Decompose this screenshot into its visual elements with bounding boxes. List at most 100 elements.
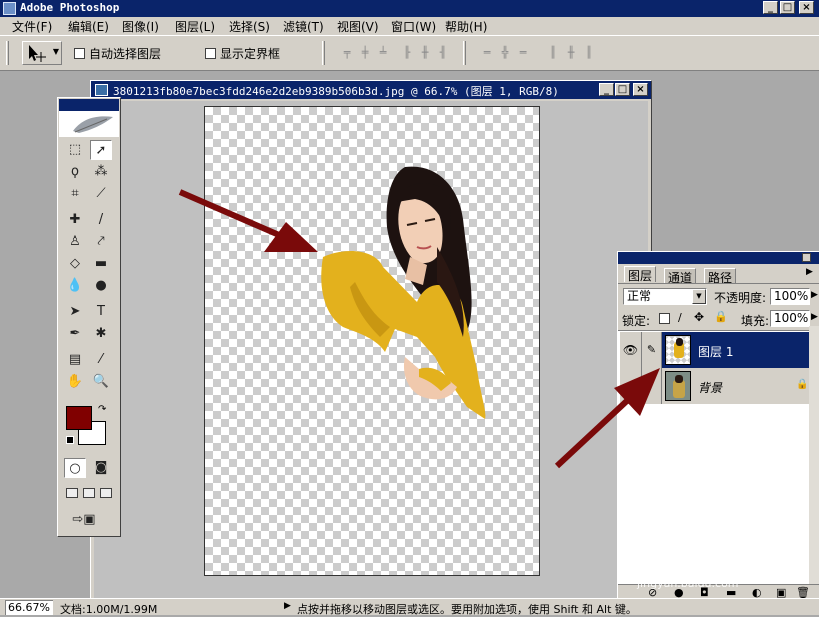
doc-close-button[interactable]: × [633, 83, 648, 96]
lock-position-icon[interactable]: ✥ [694, 310, 704, 324]
palette-menu-arrow-icon[interactable]: ▶ [806, 267, 813, 277]
lock-icon: 🔒 [796, 379, 809, 390]
dodge-tool-icon[interactable]: ● [90, 276, 112, 296]
options-grip[interactable] [6, 41, 9, 65]
align-right-icon[interactable]: ╢ [436, 46, 450, 60]
background-thumbnail [665, 371, 691, 401]
notes-tool-icon[interactable]: ▤ [64, 350, 86, 370]
marquee-tool-icon[interactable]: ⬚ [64, 140, 86, 160]
quick-mask-mode-icon[interactable]: ◙ [90, 458, 112, 478]
options-separator-2 [463, 41, 466, 65]
tab-paths[interactable]: 路径 [704, 268, 737, 285]
path-selection-tool-icon[interactable]: ➤ [64, 302, 86, 322]
lock-all-icon[interactable]: 🔒 [714, 310, 728, 323]
palette-minimize-icon[interactable] [802, 253, 811, 262]
eye-icon[interactable]: 👁 [620, 332, 642, 368]
align-hcenter-icon[interactable]: ╫ [418, 46, 432, 60]
lock-transparency-icon[interactable] [659, 313, 670, 324]
healing-brush-tool-icon[interactable]: ✚ [64, 210, 86, 230]
align-bottom-icon[interactable]: ╧ [376, 46, 390, 60]
layers-palette-title-bar[interactable] [618, 252, 819, 264]
default-colors-icon[interactable] [66, 436, 74, 444]
zoom-level-value: 66.67% [8, 601, 50, 614]
jump-to-imageready-icon[interactable]: ⇨▣ [64, 510, 104, 530]
type-tool-icon[interactable]: T [90, 302, 112, 322]
opacity-input[interactable]: 100% [770, 288, 810, 305]
brush-tool-icon[interactable]: / [90, 210, 112, 230]
blur-tool-icon[interactable]: 💧 [64, 276, 86, 296]
swap-colors-icon[interactable]: ↷ [98, 404, 106, 415]
eyedropper-tool-icon[interactable]: ⁄ [90, 350, 112, 370]
slice-tool-icon[interactable]: ⟋ [90, 184, 112, 204]
shape-tool-icon[interactable]: ✱ [90, 324, 112, 344]
lasso-tool-icon[interactable]: ϙ [64, 162, 86, 182]
menu-image[interactable]: 图像(I) [122, 18, 159, 35]
app-title: Adobe Photoshop [20, 1, 120, 14]
menu-view[interactable]: 视图(V) [337, 18, 379, 35]
minimize-button[interactable]: _ [763, 1, 778, 14]
distribute-left-icon[interactable]: ║ [546, 46, 560, 60]
gradient-tool-icon[interactable]: ▬ [90, 254, 112, 274]
layer-row-layer1[interactable]: 👁 ✎ 图层 1 [620, 332, 809, 368]
full-screen-menu-mode-icon[interactable] [83, 488, 95, 498]
tool-preset-picker[interactable]: ▼ [22, 41, 62, 65]
menu-edit[interactable]: 编辑(E) [68, 18, 109, 35]
opacity-arrow-icon[interactable]: ▶ [811, 290, 818, 300]
photoshop-feather-logo-icon[interactable] [59, 111, 119, 137]
options-bar: ▼ 自动选择图层 显示定界框 ╤ ╪ ╧ ╟ ╫ ╢ ═ ╬ ═ ║ ╫ ║ [0, 35, 819, 71]
hand-tool-icon[interactable]: ✋ [64, 372, 86, 392]
close-button[interactable]: × [799, 1, 814, 14]
menu-help[interactable]: 帮助(H) [445, 18, 487, 35]
distribute-vcenter-icon[interactable]: ╬ [498, 46, 512, 60]
status-arrow-icon[interactable]: ▶ [284, 601, 291, 611]
opacity-value: 100% [774, 289, 809, 303]
show-bounds-checkbox[interactable] [205, 48, 216, 59]
magic-wand-tool-icon[interactable]: ⁂ [90, 162, 112, 182]
distribute-hcenter-icon[interactable]: ╫ [564, 46, 578, 60]
doc-maximize-button[interactable]: □ [615, 83, 630, 96]
foreground-color-swatch[interactable] [66, 406, 92, 430]
full-screen-mode-icon[interactable] [100, 488, 112, 498]
photoshop-logo-icon [3, 2, 16, 15]
document-title-bar[interactable]: 3801213fb80e7bec3fdd246e2d2eb9389b506b3d… [91, 81, 651, 99]
clone-stamp-tool-icon[interactable]: ♙ [64, 232, 86, 252]
toolbox-title-bar[interactable] [59, 99, 119, 111]
move-tool-button-icon[interactable]: ➚ [90, 140, 112, 160]
blend-mode-select[interactable]: 正常 ▼ [623, 288, 707, 305]
chevron-down-icon[interactable]: ▼ [692, 289, 706, 304]
menu-layer[interactable]: 图层(L) [175, 18, 215, 35]
tab-channels[interactable]: 通道 [664, 268, 697, 285]
tab-layers[interactable]: 图层 [624, 266, 657, 283]
fill-input[interactable]: 100% [770, 310, 810, 327]
menu-window[interactable]: 窗口(W) [391, 18, 436, 35]
zoom-tool-icon[interactable]: 🔍 [90, 372, 112, 392]
baidu-watermark: Bai 经验 jingyan.baidu.com [623, 540, 813, 598]
distribute-right-icon[interactable]: ║ [582, 46, 596, 60]
maximize-button[interactable]: □ [780, 1, 795, 14]
fill-arrow-icon[interactable]: ▶ [811, 312, 818, 322]
align-left-icon[interactable]: ╟ [400, 46, 414, 60]
layer1-thumbnail [665, 335, 691, 365]
image-canvas[interactable] [204, 106, 540, 576]
crop-tool-icon[interactable]: ⌗ [64, 184, 86, 204]
lock-pixels-icon[interactable]: ∕ [678, 311, 682, 324]
zoom-level-field[interactable]: 66.67% [5, 600, 53, 615]
standard-screen-mode-icon[interactable] [66, 488, 78, 498]
align-top-icon[interactable]: ╤ [340, 46, 354, 60]
distribute-top-icon[interactable]: ═ [480, 46, 494, 60]
eye-hidden-cell[interactable] [620, 368, 642, 404]
document-icon [95, 84, 108, 96]
menu-select[interactable]: 选择(S) [229, 18, 270, 35]
eraser-tool-icon[interactable]: ◇ [64, 254, 86, 274]
pen-tool-icon[interactable]: ✒ [64, 324, 86, 344]
layer-row-background[interactable]: 背景 🔒 [620, 368, 809, 404]
auto-select-checkbox[interactable] [74, 48, 85, 59]
align-vcenter-icon[interactable]: ╪ [358, 46, 372, 60]
distribute-bottom-icon[interactable]: ═ [516, 46, 530, 60]
history-brush-tool-icon[interactable]: ⤤ [90, 232, 112, 252]
title-bar: Adobe Photoshop _ □ × [0, 0, 819, 17]
menu-file[interactable]: 文件(F) [12, 18, 52, 35]
doc-minimize-button[interactable]: _ [599, 83, 614, 96]
menu-filter[interactable]: 滤镜(T) [283, 18, 324, 35]
standard-mode-icon[interactable]: ○ [64, 458, 86, 478]
